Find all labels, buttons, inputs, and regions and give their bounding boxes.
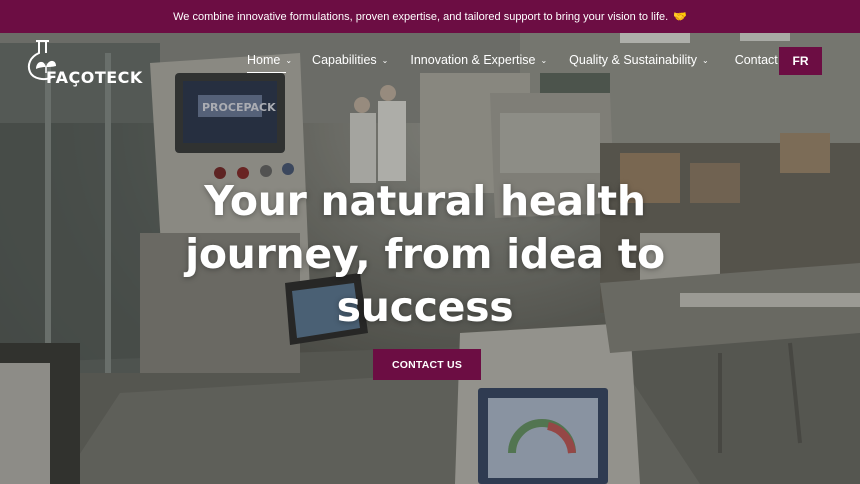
nav-item-home[interactable]: Home ⌄	[247, 53, 293, 73]
announcement-bar: We combine innovative formulations, prov…	[0, 0, 860, 33]
nav-item-quality-sustainability[interactable]: Quality & Sustainability ⌄	[569, 53, 709, 67]
main-nav: Home ⌄ Capabilities ⌄ Innovation & Exper…	[247, 53, 778, 73]
nav-item-label: Contact	[734, 53, 778, 67]
nav-item-innovation-expertise[interactable]: Innovation & Expertise ⌄	[410, 53, 547, 67]
nav-item-label: Innovation & Expertise	[410, 53, 536, 67]
announcement-text: We combine innovative formulations, prov…	[173, 10, 669, 23]
nav-item-label: Home	[247, 53, 281, 67]
nav-item-label: Capabilities	[312, 53, 377, 67]
hero-headline: Your natural health journey, from idea t…	[185, 177, 665, 331]
chevron-down-icon: ⌄	[285, 56, 293, 65]
chevron-down-icon: ⌄	[702, 56, 709, 65]
language-toggle-button[interactable]: FR	[779, 47, 822, 75]
brand-logo[interactable]: FAÇOTECK	[26, 40, 151, 89]
contact-us-button[interactable]: CONTACT US	[373, 349, 481, 380]
brand-name: FAÇOTECK	[46, 68, 143, 87]
hero-section: PROCEPACK FAÇOTECK Home ⌄ Capabilities ⌄…	[0, 33, 860, 484]
nav-item-contact[interactable]: Contact	[735, 53, 778, 67]
chevron-down-icon: ⌄	[381, 56, 389, 65]
nav-item-label: Quality & Sustainability	[569, 53, 697, 67]
nav-item-capabilities[interactable]: Capabilities ⌄	[312, 53, 388, 67]
handshake-icon: 🤝	[673, 11, 687, 23]
chevron-down-icon: ⌄	[540, 56, 548, 65]
